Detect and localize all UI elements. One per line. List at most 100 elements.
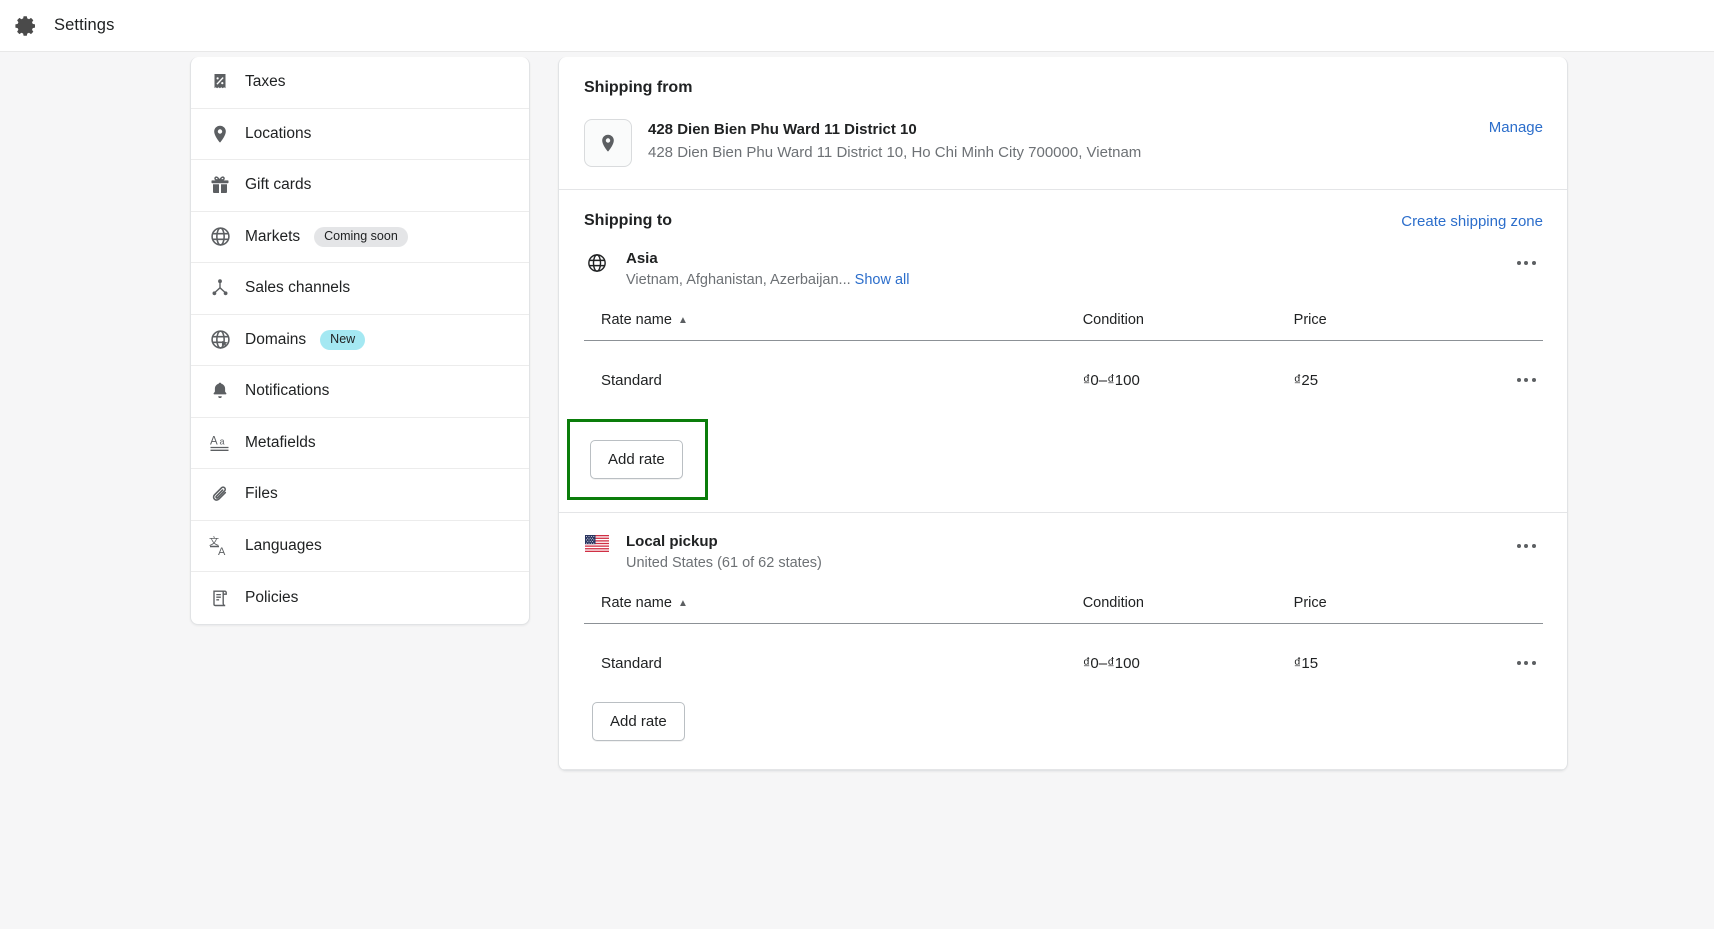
- channels-icon: [209, 277, 231, 299]
- sidebar-item-markets[interactable]: Markets Coming soon: [191, 212, 529, 263]
- rate-condition: ₫0–₫100: [1082, 371, 1140, 389]
- page-body: Taxes Locations Gift cards Markets Comin…: [0, 52, 1714, 929]
- sidebar-item-label: Locations: [245, 124, 312, 142]
- shipping-from-section: Shipping from 428 Dien Bien Phu Ward 11 …: [559, 57, 1567, 189]
- sidebar-item-domains[interactable]: Domains New: [191, 315, 529, 366]
- shipping-from-details: 428 Dien Bien Phu Ward 11 District 10 42…: [648, 119, 1473, 161]
- sidebar-item-label: Policies: [245, 588, 299, 606]
- gear-icon: [12, 12, 40, 40]
- globe-icon: [209, 226, 231, 248]
- top-bar: Settings: [0, 0, 1714, 52]
- status-badge: New: [320, 330, 366, 350]
- left-gutter: [0, 52, 190, 929]
- shipping-card: Shipping from 428 Dien Bien Phu Ward 11 …: [558, 57, 1568, 771]
- column-header-price: Price: [1293, 595, 1467, 624]
- sidebar-item-label: Sales channels: [245, 279, 351, 297]
- shipping-to-section: Shipping to Create shipping zone: [559, 190, 1567, 230]
- rate-actions-menu-icon[interactable]: [1509, 650, 1543, 676]
- add-rate-button[interactable]: Add rate: [592, 702, 685, 741]
- scroll-document-icon: [209, 587, 231, 609]
- svg-text:a: a: [220, 436, 225, 446]
- sidebar-item-languages[interactable]: 文A Languages: [191, 521, 529, 572]
- bell-icon: [209, 380, 231, 402]
- shipping-from-row: 428 Dien Bien Phu Ward 11 District 10 42…: [584, 119, 1543, 167]
- settings-nav-column: Taxes Locations Gift cards Markets Comin…: [190, 52, 530, 929]
- zone-countries-text: Vietnam, Afghanistan, Azerbaijan...: [626, 272, 851, 288]
- column-header-rate-name[interactable]: Rate name ▲: [584, 595, 1083, 624]
- sort-ascending-icon: ▲: [677, 315, 688, 326]
- sort-ascending-icon: ▲: [677, 598, 688, 609]
- column-header-condition: Condition: [1082, 312, 1294, 341]
- sidebar-item-notifications[interactable]: Notifications: [191, 366, 529, 418]
- add-rate-area-local-pickup: Add rate: [559, 702, 1567, 769]
- table-row: Standard ₫0–₫100 ₫25: [584, 341, 1543, 420]
- main-column: Shipping from 428 Dien Bien Phu Ward 11 …: [530, 52, 1714, 929]
- column-header-price: Price: [1293, 312, 1467, 341]
- rate-name: Standard: [601, 371, 662, 389]
- zone-name: Asia: [626, 250, 658, 267]
- map-pin-icon: [584, 119, 632, 167]
- column-header-actions: [1466, 312, 1543, 341]
- rate-condition: ₫0–₫100: [1082, 654, 1140, 672]
- zone-countries: Vietnam, Afghanistan, Azerbaijan... Show…: [626, 272, 1493, 288]
- page-title: Settings: [54, 16, 115, 34]
- column-header-rate-name[interactable]: Rate name ▲: [584, 312, 1083, 341]
- zone-countries: United States (61 of 62 states): [626, 555, 1493, 571]
- sidebar-item-metafields[interactable]: Aa Metafields: [191, 418, 529, 469]
- rates-table-local-pickup: Rate name ▲ Condition Price Standard ₫0–₫…: [584, 595, 1543, 702]
- table-header-row: Rate name ▲ Condition Price: [584, 312, 1543, 341]
- sidebar-item-label: Domains: [245, 330, 307, 348]
- sidebar-item-label: Notifications: [245, 382, 330, 400]
- rates-table-asia: Rate name ▲ Condition Price Standard ₫0–₫…: [584, 312, 1543, 419]
- create-shipping-zone-link[interactable]: Create shipping zone: [1401, 213, 1543, 230]
- translate-icon: 文A: [209, 535, 231, 557]
- manage-link[interactable]: Manage: [1489, 119, 1543, 136]
- column-header-condition: Condition: [1082, 595, 1294, 624]
- svg-text:A: A: [210, 435, 218, 447]
- zone-info: Asia Vietnam, Afghanistan, Azerbaijan...…: [626, 250, 1493, 288]
- table-row: Standard ₫0–₫100 ₫15: [584, 624, 1543, 703]
- zone-header: Local pickup United States (61 of 62 sta…: [584, 533, 1543, 571]
- zone-info: Local pickup United States (61 of 62 sta…: [626, 533, 1493, 571]
- shipping-zone-asia: Asia Vietnam, Afghanistan, Azerbaijan...…: [559, 230, 1567, 419]
- sidebar-item-policies[interactable]: Policies: [191, 572, 529, 624]
- rate-price: ₫25: [1293, 371, 1319, 389]
- column-label: Rate name: [601, 312, 672, 328]
- zone-actions-menu-icon[interactable]: [1509, 533, 1543, 559]
- sidebar-item-label: Markets: [245, 227, 301, 245]
- highlight-annotation: Add rate: [567, 419, 708, 500]
- shipping-to-header: Shipping to Create shipping zone: [584, 212, 1543, 230]
- text-aa-icon: Aa: [209, 432, 231, 454]
- svg-text:A: A: [218, 546, 226, 557]
- section-divider: [559, 769, 1567, 770]
- add-rate-area-asia: Add rate: [559, 419, 1567, 512]
- shipping-to-title: Shipping to: [584, 212, 672, 229]
- map-pin-icon: [209, 123, 231, 145]
- tax-receipt-icon: [209, 71, 231, 93]
- zone-countries-text: United States (61 of 62 states): [626, 555, 822, 571]
- sidebar-item-files[interactable]: Files: [191, 469, 529, 521]
- sidebar-item-taxes[interactable]: Taxes: [191, 57, 529, 109]
- sidebar-item-locations[interactable]: Locations: [191, 109, 529, 160]
- gift-icon: [209, 174, 231, 196]
- paperclip-icon: [209, 483, 231, 505]
- settings-nav-card: Taxes Locations Gift cards Markets Comin…: [190, 57, 530, 625]
- status-badge: Coming soon: [314, 227, 408, 247]
- us-flag-icon: [584, 533, 610, 552]
- add-rate-button[interactable]: Add rate: [590, 440, 683, 479]
- sidebar-item-sales-channels[interactable]: Sales channels: [191, 263, 529, 315]
- globe-arrow-icon: [209, 329, 231, 351]
- sidebar-item-label: Metafields: [245, 433, 316, 451]
- zone-actions-menu-icon[interactable]: [1509, 250, 1543, 276]
- sidebar-item-gift-cards[interactable]: Gift cards: [191, 160, 529, 212]
- rate-name: Standard: [601, 654, 662, 672]
- shipping-from-title: Shipping from: [584, 79, 693, 96]
- shipping-zone-local-pickup: Local pickup United States (61 of 62 sta…: [559, 513, 1567, 702]
- rate-actions-cell: [1466, 341, 1543, 420]
- zone-name: Local pickup: [626, 533, 718, 550]
- sidebar-item-label: Languages: [245, 536, 322, 554]
- table-header-row: Rate name ▲ Condition Price: [584, 595, 1543, 624]
- column-header-actions: [1466, 595, 1543, 624]
- show-all-link[interactable]: Show all: [855, 272, 910, 288]
- rate-actions-menu-icon[interactable]: [1509, 367, 1543, 393]
